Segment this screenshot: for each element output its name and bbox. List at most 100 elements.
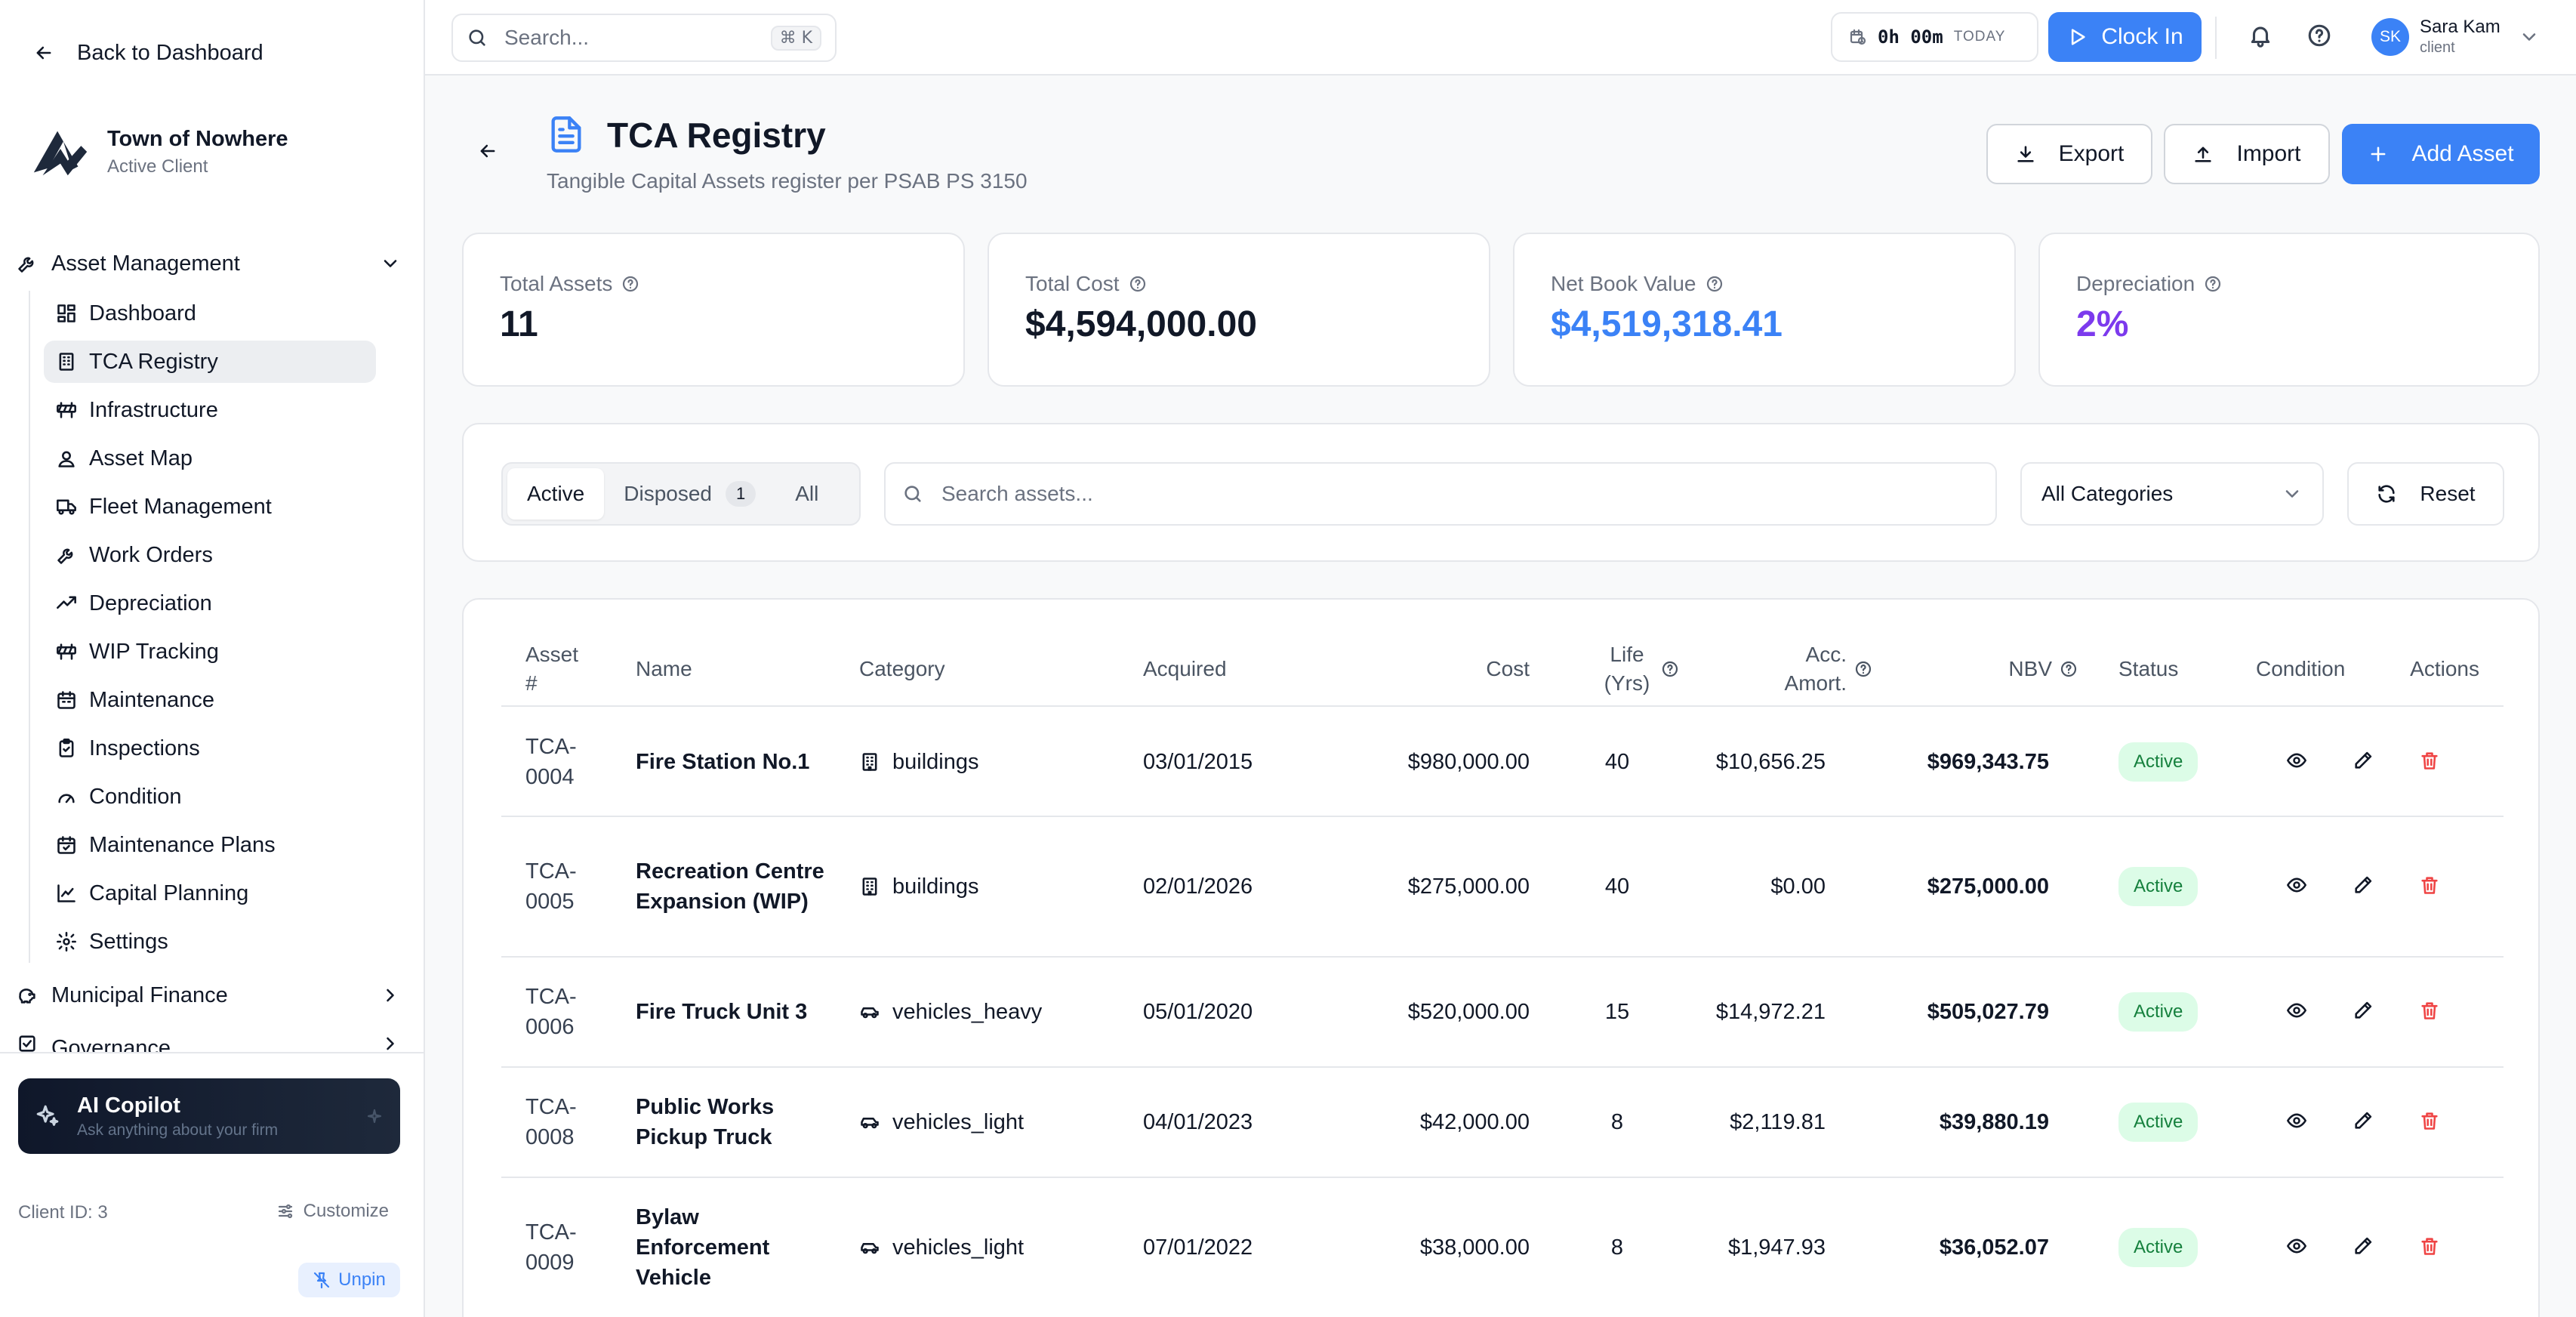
delete-button[interactable]	[2419, 1110, 2440, 1131]
table-row[interactable]: TCA-0008 Public Works Pickup Truck vehic…	[501, 1068, 2504, 1178]
col-header-status[interactable]: Status	[2118, 633, 2178, 705]
delete-button[interactable]	[2419, 1235, 2440, 1257]
col-header-acc-amort[interactable]: Acc. Amort.	[1709, 633, 1872, 705]
sidebar-item-maintenance[interactable]: Maintenance	[44, 679, 376, 721]
eye-icon	[2287, 1113, 2306, 1128]
reset-button[interactable]: Reset	[2347, 462, 2504, 526]
nav-group-label: Asset Management	[51, 251, 240, 276]
asset-search-input[interactable]: Search assets...	[884, 462, 1997, 526]
ai-copilot-button[interactable]: AI Copilot Ask anything about your firm	[18, 1078, 400, 1154]
import-button[interactable]: Import	[2164, 124, 2330, 184]
delete-button[interactable]	[2419, 874, 2440, 896]
col-header-life[interactable]: Life (Yrs)	[1543, 633, 1679, 705]
col-header-cost[interactable]: Cost	[1332, 633, 1530, 705]
col-header-acquired[interactable]: Acquired	[1143, 633, 1227, 705]
cell-nbv: $275,000.00	[1927, 874, 2049, 899]
sidebar-item-depreciation[interactable]: Depreciation	[44, 582, 376, 625]
export-button[interactable]: Export	[1986, 124, 2152, 184]
table-row[interactable]: TCA-0004 Fire Station No.1 buildings 03/…	[501, 708, 2504, 817]
chevron-right-icon	[387, 1037, 394, 1050]
sidebar-item-settings[interactable]: Settings	[44, 921, 376, 963]
car-icon	[861, 1007, 879, 1019]
col-header-asset[interactable]: Asset #	[525, 633, 586, 705]
sidebar-item-dashboard[interactable]: Dashboard	[44, 292, 376, 335]
sidebar-item-work-orders[interactable]: Work Orders	[44, 534, 376, 576]
sidebar-item-condition[interactable]: Condition	[44, 776, 376, 818]
edit-button[interactable]	[2353, 1000, 2374, 1021]
help-circle-icon[interactable]	[1706, 275, 1724, 293]
sidebar-item-label: Infrastructure	[89, 397, 218, 422]
help-circle-icon[interactable]	[1129, 275, 1147, 293]
view-button[interactable]	[2286, 1000, 2307, 1021]
back-to-dashboard-link[interactable]: Back to Dashboard	[33, 38, 263, 68]
notifications-button[interactable]	[2248, 23, 2273, 48]
cell-acc-amort: $0.00	[1770, 874, 1826, 899]
unpin-button[interactable]: Unpin	[298, 1263, 400, 1297]
page-back-button[interactable]	[477, 140, 498, 162]
help-button[interactable]	[2306, 23, 2332, 48]
sidebar-item-asset-map[interactable]: Asset Map	[44, 437, 376, 480]
clock-in-button[interactable]: Clock In	[2048, 12, 2202, 62]
tab-active[interactable]: Active	[507, 468, 605, 520]
category-select[interactable]: All Categories	[2020, 462, 2324, 526]
col-header-actions: Actions	[2410, 657, 2479, 680]
help-circle-icon[interactable]	[2204, 275, 2222, 293]
edit-button[interactable]	[2353, 750, 2374, 771]
global-search-input[interactable]: Search... ⌘ K	[451, 14, 837, 62]
edit-button[interactable]	[2353, 1235, 2374, 1257]
edit-button[interactable]	[2353, 874, 2374, 896]
topbar: Search... ⌘ K 0h 00m TODAY Clock In SK S…	[425, 0, 2576, 76]
delete-button[interactable]	[2419, 1000, 2440, 1021]
view-button[interactable]	[2286, 1235, 2307, 1257]
col-header-name[interactable]: Name	[636, 633, 692, 705]
nav-group-asset-management[interactable]: Asset Management	[17, 247, 405, 280]
sidebar-item-label: Work Orders	[89, 542, 213, 567]
edit-button[interactable]	[2353, 1110, 2374, 1131]
cell-life: 8	[1610, 1235, 1624, 1260]
cell-cost: $38,000.00	[1419, 1235, 1530, 1260]
sidebar-item-infrastructure[interactable]: Infrastructure	[44, 389, 376, 431]
tab-disposed[interactable]: Disposed 1	[604, 468, 775, 520]
table-header: Asset # Name Category Acquired Cost Life…	[501, 633, 2504, 707]
user-menu[interactable]: SK Sara Kam client	[2371, 17, 2540, 57]
play-icon	[2072, 29, 2085, 45]
reset-label: Reset	[2420, 482, 2476, 505]
tab-all[interactable]: All	[775, 468, 838, 520]
sidebar-item-capital-planning[interactable]: Capital Planning	[44, 872, 376, 914]
sidebar-item-fleet-management[interactable]: Fleet Management	[44, 486, 376, 528]
col-header-condition[interactable]: Condition	[2256, 633, 2345, 705]
bell-icon	[2251, 26, 2270, 48]
view-button[interactable]	[2286, 1110, 2307, 1131]
col-header-nbv[interactable]: NBV	[1936, 633, 2078, 705]
table-row[interactable]: TCA-0006 Fire Truck Unit 3 vehicles_heav…	[501, 958, 2504, 1068]
delete-button[interactable]	[2419, 750, 2440, 771]
nav-group-municipal-finance[interactable]: Municipal Finance	[17, 979, 405, 1012]
arrow-left-icon	[480, 144, 495, 158]
cell-asset-number: TCA-0008	[525, 1095, 577, 1149]
file-text-icon	[551, 116, 581, 153]
calendar-clock-icon	[1850, 29, 1866, 45]
sidebar-item-wip-tracking[interactable]: WIP Tracking	[44, 631, 376, 673]
sidebar-item-inspections[interactable]: Inspections	[44, 727, 376, 770]
sidebar-item-label: Asset Map	[89, 446, 193, 470]
table-row[interactable]: TCA-0005 Recreation Centre Expansion (WI…	[501, 817, 2504, 958]
org-brand: Town of Nowhere Active Client	[27, 119, 288, 184]
pencil-icon	[2355, 1001, 2372, 1019]
view-button[interactable]	[2286, 750, 2307, 771]
cell-category-label: vehicles_light	[892, 1235, 1025, 1260]
add-asset-button[interactable]: Add Asset	[2342, 124, 2540, 184]
sidebar-item-maintenance-plans[interactable]: Maintenance Plans	[44, 824, 376, 866]
time-tracker[interactable]: 0h 00m TODAY	[1831, 12, 2038, 62]
sidebar-item-tca-registry[interactable]: TCA Registry	[44, 341, 376, 383]
sidebar-item-label: Depreciation	[89, 591, 212, 615]
customize-button[interactable]: Customize	[276, 1201, 389, 1222]
col-header-category[interactable]: Category	[859, 633, 945, 705]
nav-subtree-line	[29, 291, 30, 963]
cell-category: vehicles_heavy	[859, 958, 1108, 1066]
nav-group-governance[interactable]: Governance	[17, 1032, 405, 1053]
help-circle-icon[interactable]	[621, 275, 639, 293]
table-row[interactable]: TCA-0009 Bylaw Enforcement Vehicle vehic…	[501, 1178, 2504, 1317]
view-button[interactable]	[2286, 874, 2307, 896]
cell-category: buildings	[859, 708, 1108, 816]
timer-label: TODAY	[1953, 29, 2006, 45]
